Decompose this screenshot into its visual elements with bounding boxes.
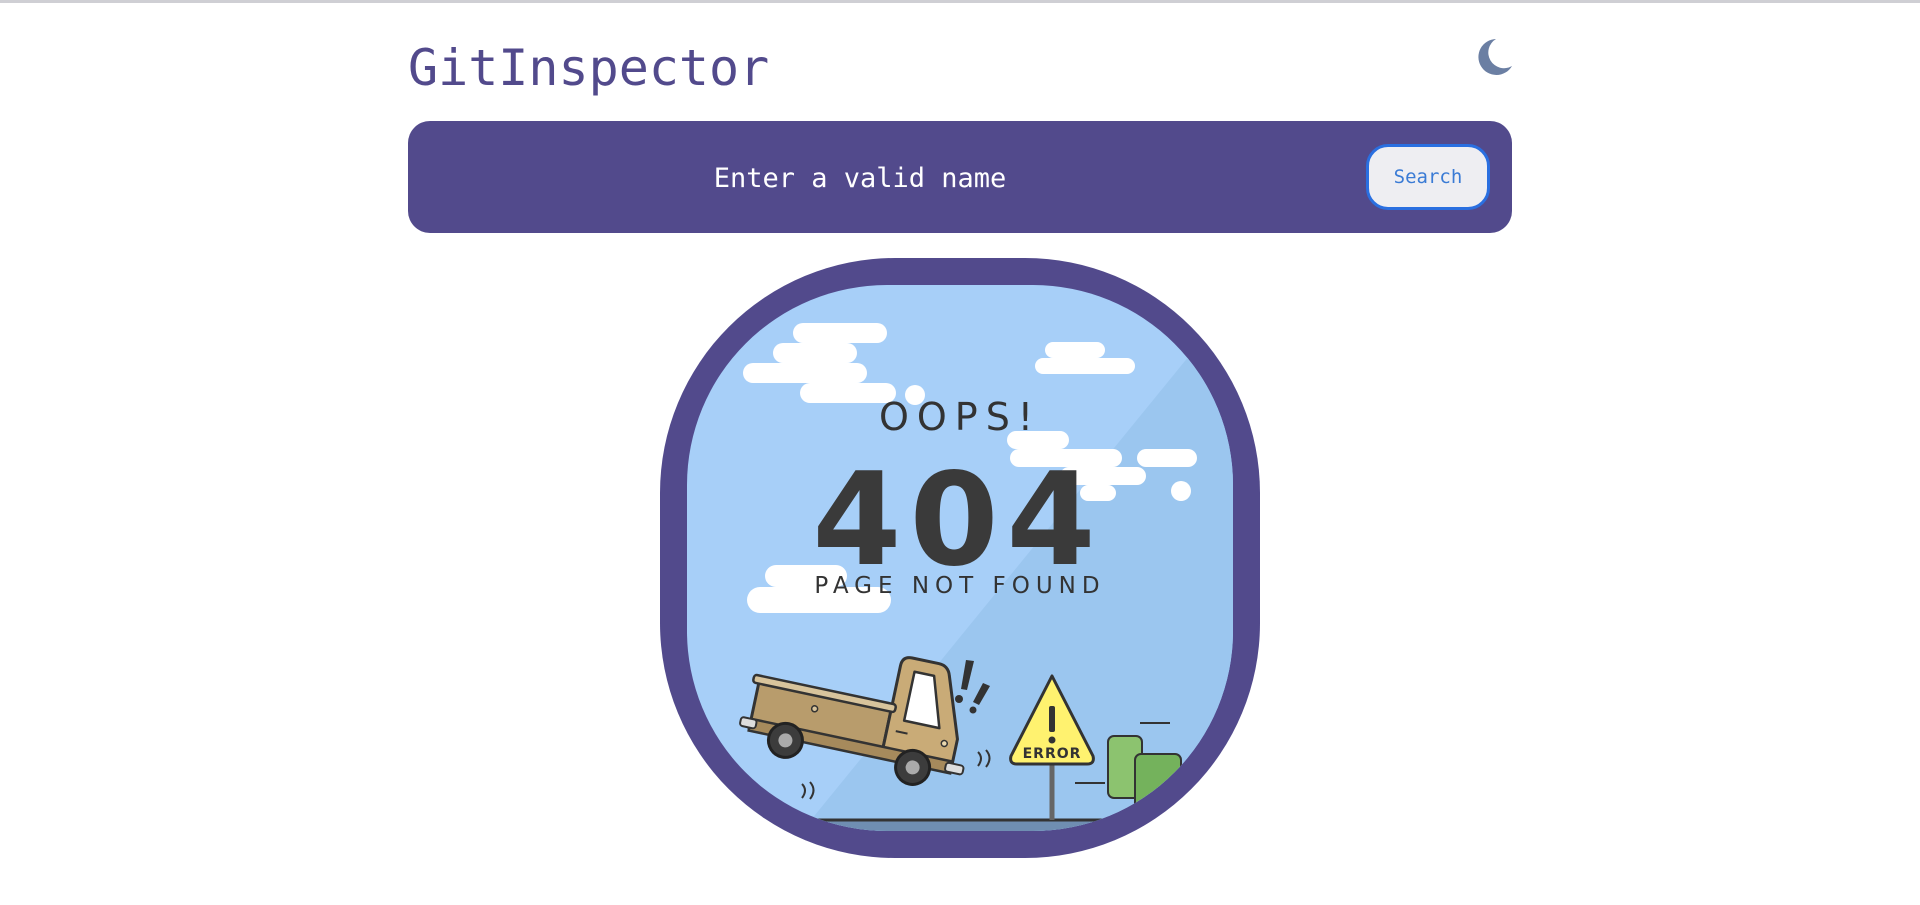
- search-button[interactable]: Search: [1366, 144, 1490, 210]
- search-input[interactable]: [558, 149, 1162, 207]
- error-404-illustration: ERROR OOPS! 404 PAGE NOT FOUND: [660, 258, 1260, 858]
- oops-text: OOPS!: [879, 395, 1041, 439]
- ground: [687, 820, 1233, 831]
- warning-sign-label: ERROR: [1023, 746, 1082, 762]
- moon-icon: [1478, 39, 1512, 75]
- theme-toggle-button[interactable]: [1472, 36, 1514, 78]
- error-message: PAGE NOT FOUND: [814, 573, 1105, 599]
- search-bar: Search: [408, 121, 1512, 233]
- page-container: GitInspector Search: [408, 0, 1512, 905]
- app-title: GitInspector: [408, 39, 770, 97]
